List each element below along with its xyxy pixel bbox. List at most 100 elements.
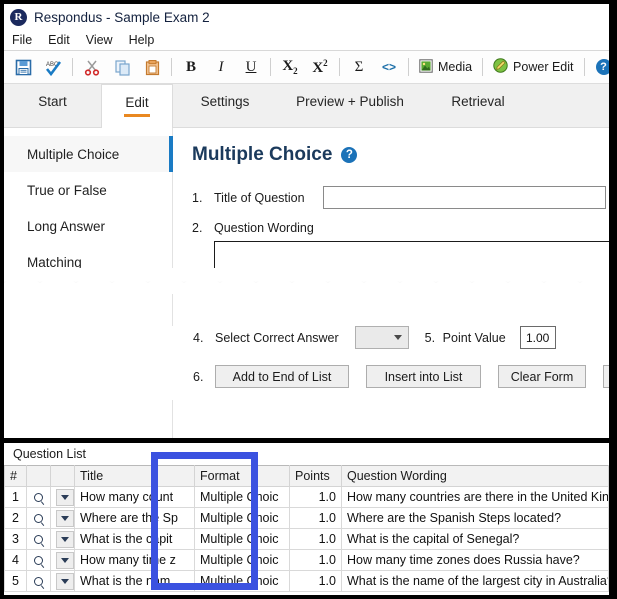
column-header-format[interactable]: Format xyxy=(194,465,290,487)
chevron-down-icon xyxy=(393,335,402,340)
help-button[interactable]: ? xyxy=(589,54,609,80)
save-icon xyxy=(15,59,31,75)
preview-cell[interactable] xyxy=(26,486,51,508)
question-wording-label: Question Wording xyxy=(214,221,314,235)
column-header-title[interactable]: Title xyxy=(74,465,195,487)
title-of-question-input[interactable] xyxy=(322,186,606,209)
chevron-down-button[interactable] xyxy=(56,551,74,569)
bold-button[interactable]: B xyxy=(176,54,206,80)
row-title: What is the capit xyxy=(74,528,195,550)
help-icon[interactable]: ? xyxy=(341,147,358,163)
menu-cell[interactable] xyxy=(50,528,75,550)
row-number: 4 xyxy=(4,549,27,571)
add-to-end-of-list-button[interactable]: Add to End of List xyxy=(215,365,349,388)
table-row[interactable]: 2 Where are the Sp Multiple Choic 1.0 Wh… xyxy=(4,507,609,529)
sidebar-item-long-answer[interactable]: Long Answer xyxy=(4,208,172,244)
tab-retrieval-label: Retrieval xyxy=(451,93,505,109)
question-wording-textarea[interactable] xyxy=(214,241,609,275)
question-list-table: # Title Format Points Question Wording 1… xyxy=(4,465,609,592)
underline-button[interactable]: U xyxy=(236,54,266,80)
table-row[interactable]: 1 How many count Multiple Choic 1.0 How … xyxy=(4,486,609,508)
cut-button[interactable] xyxy=(77,54,107,80)
tab-start[interactable]: Start xyxy=(4,84,101,127)
column-header-question-wording[interactable]: Question Wording xyxy=(341,465,609,487)
column-header-menu[interactable] xyxy=(50,465,75,487)
save-button[interactable] xyxy=(8,54,38,80)
menu-item-view[interactable]: View xyxy=(86,33,113,47)
select-correct-answer-dropdown[interactable] xyxy=(354,326,409,349)
point-value-label: Point Value xyxy=(442,330,506,345)
point-value-input[interactable]: 1.00 xyxy=(519,326,556,349)
sigma-icon: Σ xyxy=(354,58,364,75)
table-row[interactable]: 5 What is the nam Multiple Choic 1.0 Wha… xyxy=(4,570,609,592)
italic-button[interactable]: I xyxy=(206,54,236,80)
column-header-number[interactable]: # xyxy=(4,465,27,487)
column-header-preview[interactable] xyxy=(26,465,51,487)
table-row[interactable]: 3 What is the capit Multiple Choic 1.0 W… xyxy=(4,528,609,550)
table-row[interactable]: 4 How many time z Multiple Choic 1.0 How… xyxy=(4,549,609,571)
power-edit-button[interactable]: Power Edit xyxy=(487,54,579,80)
select-correct-answer-row: 4. Select Correct Answer 5. Point Value … xyxy=(193,326,609,349)
menu-cell[interactable] xyxy=(50,486,75,508)
magnifier-icon[interactable] xyxy=(34,514,43,524)
table-header-row: # Title Format Points Question Wording xyxy=(4,465,609,487)
row-format: Multiple Choic xyxy=(194,549,290,571)
chevron-down-button[interactable] xyxy=(56,488,74,506)
toolbar-separator xyxy=(408,58,409,76)
main-tab-bar: Start Edit Settings Preview + Publish Re… xyxy=(4,84,609,128)
media-button[interactable]: Media xyxy=(413,54,478,80)
row-points: 1.0 xyxy=(289,549,342,571)
tab-preview-publish[interactable]: Preview + Publish xyxy=(277,84,423,127)
menu-cell[interactable] xyxy=(50,549,75,571)
clear-form-button[interactable]: Clear Form xyxy=(498,365,586,388)
preview-cell[interactable] xyxy=(26,528,51,550)
row-format: Multiple Choic xyxy=(194,486,290,508)
chevron-down-button[interactable] xyxy=(56,572,74,590)
toolbar-separator xyxy=(482,58,484,76)
preview-cell[interactable] xyxy=(26,570,51,592)
column-header-points[interactable]: Points xyxy=(289,465,342,487)
chevron-down-button[interactable] xyxy=(56,530,74,548)
title-bar: R Respondus - Sample Exam 2 xyxy=(4,4,609,30)
subscript-button[interactable]: X2 xyxy=(275,54,305,80)
preview-cell[interactable] xyxy=(26,507,51,529)
menu-item-help[interactable]: Help xyxy=(129,33,155,47)
sidebar-item-label xyxy=(27,291,31,306)
copy-button[interactable] xyxy=(107,54,137,80)
toolbar-separator xyxy=(72,58,73,76)
question-list-title: Question List xyxy=(4,443,609,465)
menu-item-file[interactable]: File xyxy=(12,33,32,47)
underline-icon: U xyxy=(245,58,257,75)
equation-button[interactable]: Σ xyxy=(344,54,374,80)
tab-retrieval[interactable]: Retrieval xyxy=(423,84,533,127)
window-title: Respondus - Sample Exam 2 xyxy=(34,9,210,25)
row-question-wording: What is the capital of Senegal? xyxy=(341,528,609,550)
sidebar-item-matching[interactable]: Matching xyxy=(4,244,172,280)
sidebar-item-true-or-false[interactable]: True or False xyxy=(4,172,172,208)
step-number: 2. xyxy=(192,221,203,235)
row-question-wording: What is the name of the largest city in … xyxy=(341,570,609,592)
sidebar-item-truncated[interactable] xyxy=(4,280,172,316)
menu-cell[interactable] xyxy=(50,507,75,529)
magnifier-icon[interactable] xyxy=(34,556,43,566)
magnifier-icon[interactable] xyxy=(34,577,43,587)
menu-item-edit[interactable]: Edit xyxy=(48,33,70,47)
preview-button[interactable]: Pr xyxy=(603,365,609,388)
tab-settings[interactable]: Settings xyxy=(173,84,277,127)
magnifier-icon[interactable] xyxy=(34,535,43,545)
sidebar-item-multiple-choice[interactable]: Multiple Choice xyxy=(4,136,173,172)
spell-check-button[interactable]: ABC xyxy=(38,54,68,80)
insert-into-list-button[interactable]: Insert into List xyxy=(366,365,481,388)
tab-edit[interactable]: Edit xyxy=(101,84,173,128)
chevron-down-button[interactable] xyxy=(56,509,74,527)
title-of-question-label: Title of Question xyxy=(214,190,305,205)
step-number: 5. xyxy=(424,330,436,345)
html-source-button[interactable]: <> xyxy=(374,54,404,80)
help-icon: ? xyxy=(595,59,609,75)
superscript-button[interactable]: X2 xyxy=(305,54,335,80)
preview-cell[interactable] xyxy=(26,549,51,571)
paste-button[interactable] xyxy=(137,54,167,80)
paste-icon xyxy=(145,59,159,75)
magnifier-icon[interactable] xyxy=(34,493,43,503)
menu-cell[interactable] xyxy=(50,570,75,592)
